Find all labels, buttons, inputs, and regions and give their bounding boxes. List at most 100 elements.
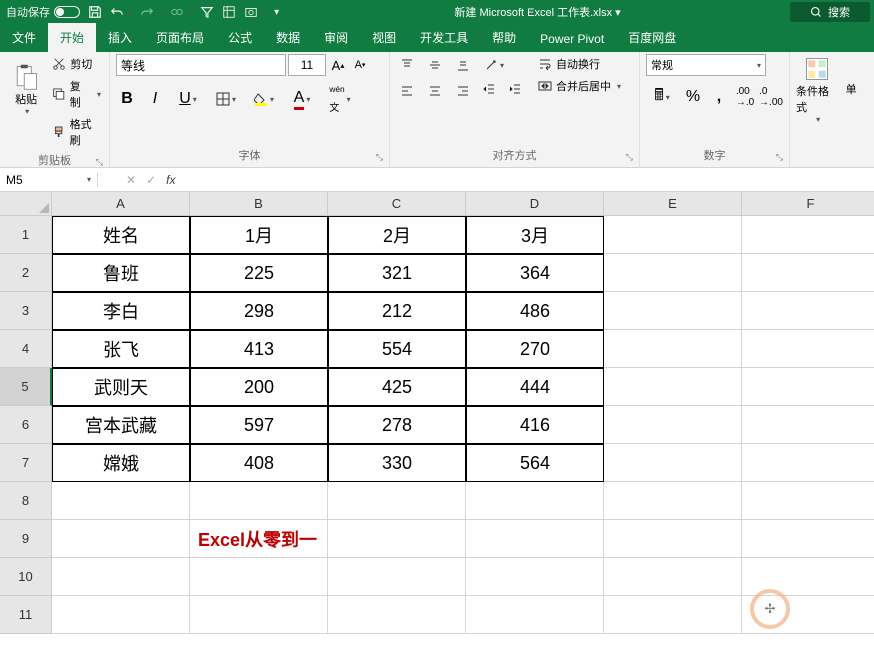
align-middle-button[interactable] [424, 54, 446, 76]
auto-save-toggle[interactable]: 自动保存 [6, 4, 80, 20]
cell-E5[interactable] [604, 368, 742, 406]
number-launcher-icon[interactable]: ⤡ [776, 152, 783, 163]
chevron-down-icon[interactable]: ▾ [87, 175, 91, 184]
increase-font-button[interactable]: A▴ [328, 54, 348, 76]
cell-C2[interactable]: 321 [328, 254, 466, 292]
cell-C5[interactable]: 425 [328, 368, 466, 406]
font-launcher-icon[interactable]: ⤡ [376, 152, 383, 163]
conditional-format-button[interactable]: 条件格式▾ [796, 54, 838, 124]
tab-公式[interactable]: 公式 [216, 23, 264, 52]
cell-B9[interactable]: Excel从零到一 [190, 520, 328, 558]
rowhead-11[interactable]: 11 [0, 596, 52, 634]
cell-B5[interactable]: 200 [190, 368, 328, 406]
cell-D8[interactable] [466, 482, 604, 520]
colhead-D[interactable]: D [466, 192, 604, 216]
cell-E7[interactable] [604, 444, 742, 482]
select-all-corner[interactable] [0, 192, 52, 216]
colhead-E[interactable]: E [604, 192, 742, 216]
cell-A9[interactable] [52, 520, 190, 558]
cell-D3[interactable]: 486 [466, 292, 604, 330]
tab-插入[interactable]: 插入 [96, 23, 144, 52]
align-right-button[interactable] [452, 80, 474, 102]
camera-icon[interactable]: ▾ [244, 5, 266, 19]
cell-C10[interactable] [328, 558, 466, 596]
cell-E1[interactable] [604, 216, 742, 254]
format-painter-button[interactable]: 格式刷 [50, 114, 103, 150]
cell-A11[interactable] [52, 596, 190, 634]
cell-D5[interactable]: 444 [466, 368, 604, 406]
cell-F5[interactable] [742, 368, 874, 406]
cell-A3[interactable]: 李白 [52, 292, 190, 330]
percent-button[interactable]: % [682, 86, 704, 108]
filter-icon[interactable] [200, 5, 214, 19]
align-bottom-button[interactable] [452, 54, 474, 76]
cell-styles-button[interactable]: 单 [842, 54, 860, 124]
colhead-A[interactable]: A [52, 192, 190, 216]
font-size-select[interactable] [288, 54, 326, 76]
cell-F9[interactable] [742, 520, 874, 558]
enter-icon[interactable]: ✓ [146, 173, 156, 187]
tab-Power Pivot[interactable]: Power Pivot [528, 26, 616, 52]
cell-E2[interactable] [604, 254, 742, 292]
cell-B6[interactable]: 597 [190, 406, 328, 444]
rowhead-3[interactable]: 3 [0, 292, 52, 330]
tab-页面布局[interactable]: 页面布局 [144, 23, 216, 52]
touch-icon[interactable]: ▾ [170, 5, 192, 19]
cell-A6[interactable]: 宫本武藏 [52, 406, 190, 444]
cell-B10[interactable] [190, 558, 328, 596]
cells-area[interactable]: 姓名1月2月3月鲁班225321364李白298212486张飞41355427… [52, 216, 874, 634]
cell-A4[interactable]: 张飞 [52, 330, 190, 368]
cell-B4[interactable]: 413 [190, 330, 328, 368]
rowhead-8[interactable]: 8 [0, 482, 52, 520]
cell-F8[interactable] [742, 482, 874, 520]
fx-icon[interactable]: fx [166, 173, 175, 187]
undo-icon[interactable]: ▾ [110, 5, 132, 19]
cell-A1[interactable]: 姓名 [52, 216, 190, 254]
rowhead-9[interactable]: 9 [0, 520, 52, 558]
comma-button[interactable]: , [708, 86, 730, 108]
cell-E10[interactable] [604, 558, 742, 596]
qat-customize-icon[interactable]: ▾ [274, 7, 279, 18]
cell-E4[interactable] [604, 330, 742, 368]
cell-B1[interactable]: 1月 [190, 216, 328, 254]
cell-F3[interactable] [742, 292, 874, 330]
cell-F1[interactable] [742, 216, 874, 254]
rowhead-4[interactable]: 4 [0, 330, 52, 368]
rowhead-6[interactable]: 6 [0, 406, 52, 444]
tab-帮助[interactable]: 帮助 [480, 23, 528, 52]
align-left-button[interactable] [396, 80, 418, 102]
form-icon[interactable] [222, 5, 236, 19]
cell-F2[interactable] [742, 254, 874, 292]
cell-F4[interactable] [742, 330, 874, 368]
cell-F7[interactable] [742, 444, 874, 482]
cell-A10[interactable] [52, 558, 190, 596]
cell-B7[interactable]: 408 [190, 444, 328, 482]
number-format-select[interactable]: 常规▾ [646, 54, 766, 76]
font-color-button[interactable]: A▾ [286, 88, 318, 110]
cell-C9[interactable] [328, 520, 466, 558]
cell-C6[interactable]: 278 [328, 406, 466, 444]
cell-C11[interactable] [328, 596, 466, 634]
column-headers[interactable]: ABCDEF [52, 192, 874, 216]
redo-icon[interactable]: ▾ [140, 5, 162, 19]
cell-B8[interactable] [190, 482, 328, 520]
underline-button[interactable]: U▾ [172, 88, 204, 110]
cancel-icon[interactable]: ✕ [126, 173, 136, 187]
decrease-indent-button[interactable] [478, 78, 500, 100]
cell-F6[interactable] [742, 406, 874, 444]
accounting-format-button[interactable]: 🖩▾ [646, 86, 678, 108]
border-button[interactable]: ▾ [210, 88, 242, 110]
font-name-select[interactable] [116, 54, 286, 76]
cell-E8[interactable] [604, 482, 742, 520]
tab-审阅[interactable]: 审阅 [312, 23, 360, 52]
cell-C3[interactable]: 212 [328, 292, 466, 330]
tab-视图[interactable]: 视图 [360, 23, 408, 52]
increase-indent-button[interactable] [504, 78, 526, 100]
rowhead-2[interactable]: 2 [0, 254, 52, 292]
search-box[interactable]: 搜索 [790, 2, 870, 22]
orientation-button[interactable]: ▾ [478, 54, 510, 76]
cell-D2[interactable]: 364 [466, 254, 604, 292]
rowhead-10[interactable]: 10 [0, 558, 52, 596]
clipboard-launcher-icon[interactable]: ⤡ [96, 157, 103, 168]
cell-D6[interactable]: 416 [466, 406, 604, 444]
